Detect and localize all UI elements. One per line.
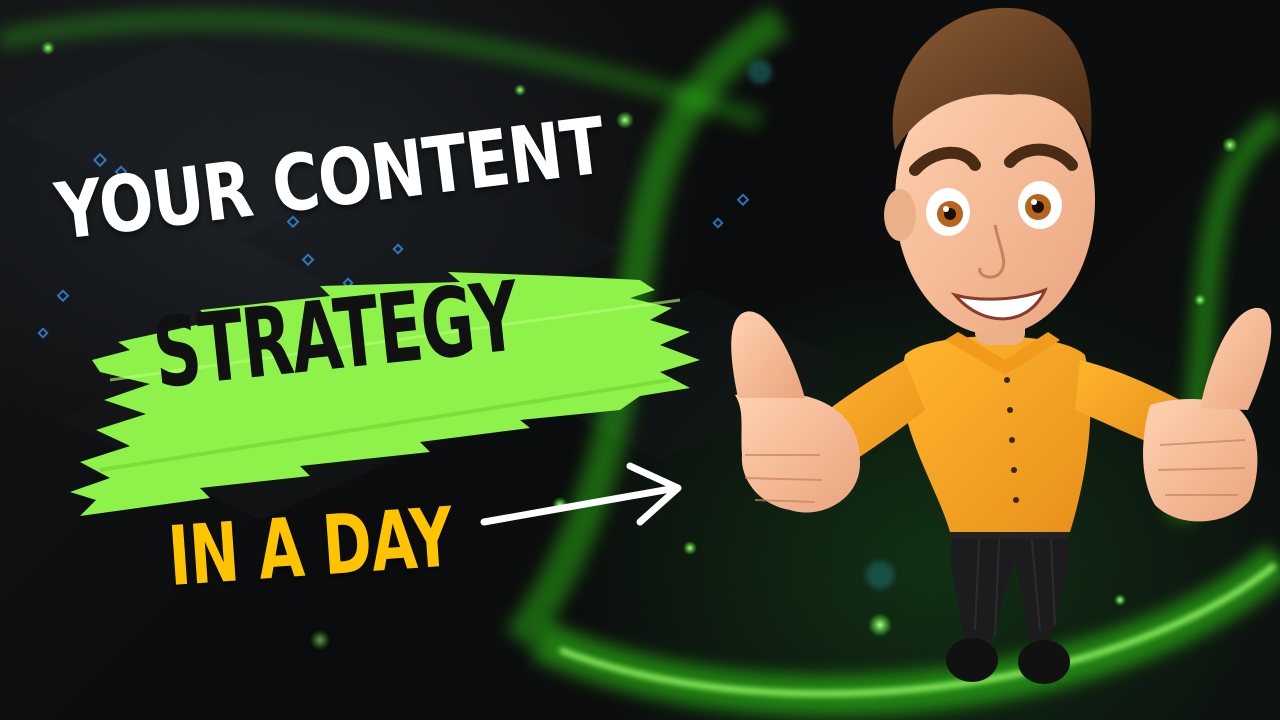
- thumbnail-canvas: YOUR CONTENT STRATEGY IN A DAY: [0, 0, 1280, 720]
- left-shoe: [946, 638, 998, 682]
- right-thumb-hand: [1143, 307, 1272, 522]
- cartoon-man-thumbs-up: [731, 7, 1272, 684]
- right-shoe: [1018, 640, 1070, 684]
- character-head: [884, 7, 1095, 335]
